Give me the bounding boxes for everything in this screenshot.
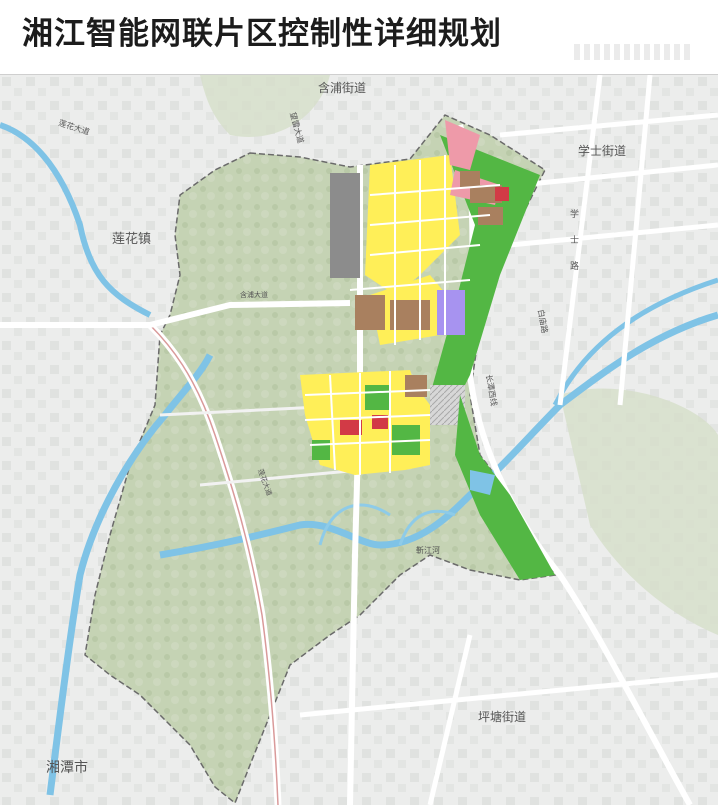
watermark [574, 44, 692, 60]
road-label-shi: 士 [570, 234, 579, 246]
green-south-3 [312, 440, 330, 460]
green-south-1 [365, 385, 390, 410]
place-label-hanpu: 含浦街道 [318, 80, 366, 95]
industrial-west [355, 295, 385, 330]
road-label-xiangpu: 含浦大道 [240, 290, 268, 299]
industrial-block-3 [460, 171, 480, 187]
place-label-xiangtan: 湘潭市 [46, 759, 88, 776]
road-label-jinjiang-river: 靳江河 [416, 545, 440, 555]
rail-depot [330, 173, 360, 278]
commercial-south-1 [340, 420, 362, 435]
page-title: 湘江智能网联片区控制性详细规划 [22, 16, 502, 52]
place-label-pingtang: 坪塘街道 [478, 709, 526, 724]
place-label-lianhua: 莲花镇 [112, 231, 151, 247]
planning-map: 含浦街道 学士街道 莲花镇 坪塘街道 湘潭市 莲花大道 望雷大道 学 士 路 白… [0, 74, 718, 807]
place-label-xueshi: 学士街道 [578, 143, 626, 158]
road-label-lu: 路 [570, 260, 579, 272]
map-canvas[interactable]: 含浦街道 学士街道 莲花镇 坪塘街道 湘潭市 莲花大道 望雷大道 学 士 路 白… [0, 74, 718, 807]
public-facility [437, 290, 465, 335]
commercial-red [495, 187, 509, 201]
industrial-south [405, 375, 427, 397]
header: 湘江智能网联片区控制性详细规划 [0, 0, 718, 75]
road-label-xue: 学 [570, 208, 579, 220]
